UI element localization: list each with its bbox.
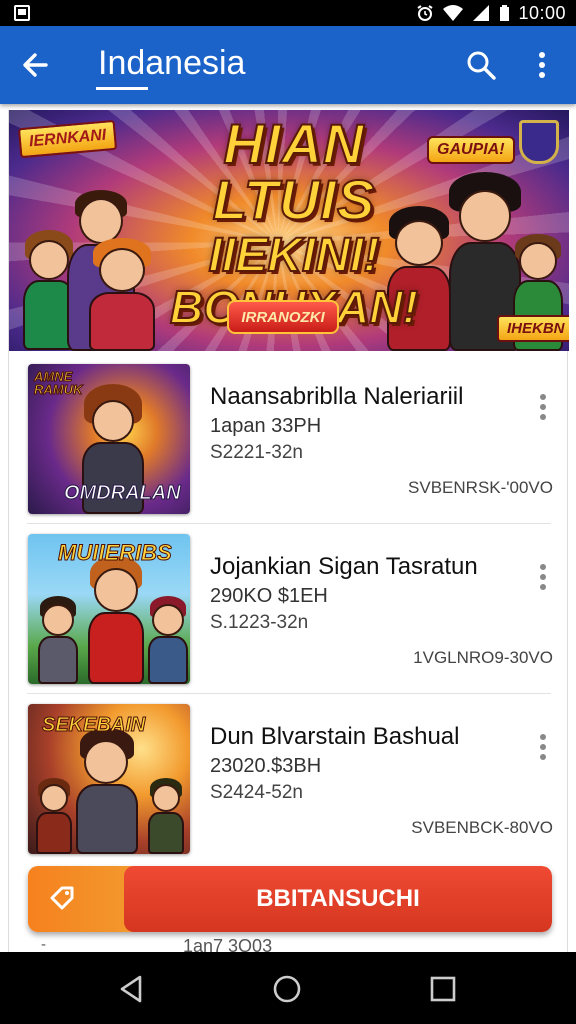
banner-tag-right: GAUPIA! xyxy=(427,136,515,164)
action-left-segment[interactable] xyxy=(28,866,138,932)
primary-action-label: BBITANSUCHI xyxy=(256,885,420,912)
search-button[interactable] xyxy=(462,46,500,84)
back-arrow-icon xyxy=(23,53,48,77)
page-title: Indanesia xyxy=(98,44,246,82)
item-meta: 1VGLNRO9-30VO xyxy=(413,648,553,667)
thumb-label: SEKEBAIN xyxy=(41,714,146,737)
item-subtitle: 23020.$3BH xyxy=(210,755,322,777)
banner-cta-button[interactable]: IRRANOZKI xyxy=(227,300,339,334)
system-nav-bar xyxy=(0,952,576,1024)
wifi-icon xyxy=(443,5,464,21)
item-meta: SVBENBCK-80VO xyxy=(411,818,553,837)
gallery-icon xyxy=(14,5,30,21)
nav-back-button[interactable] xyxy=(114,972,148,1006)
status-bar: 10:00 xyxy=(0,0,576,26)
more-vert-icon xyxy=(539,52,545,78)
app-bar: Indanesia xyxy=(0,26,576,104)
home-circle-icon xyxy=(273,975,301,1003)
overflow-menu-button[interactable] xyxy=(528,46,556,84)
banner-headline-line-2: IIEKINI! xyxy=(208,229,381,282)
title-underline xyxy=(96,87,148,90)
item-meta: SVBENRSK-'00VO xyxy=(408,478,553,497)
item-more-button[interactable] xyxy=(533,564,553,590)
tag-icon xyxy=(50,886,74,910)
banner-headline: HIAN LTUIS IIEKINI! BONUXAN! xyxy=(159,112,429,332)
list-item[interactable]: SEKEBAIN Dun Blvarstain Bashual 23020.$3… xyxy=(9,691,569,861)
primary-action-button[interactable]: BBITANSUCHI xyxy=(124,866,552,932)
alarm-icon xyxy=(417,5,434,21)
back-button[interactable] xyxy=(16,46,56,84)
battery-icon xyxy=(500,5,510,21)
search-icon xyxy=(467,51,496,80)
signal-icon xyxy=(473,5,490,21)
item-subtitle: 290KO $1EH xyxy=(210,585,328,607)
status-icons: 10:00 xyxy=(416,0,566,26)
back-triangle-icon xyxy=(120,975,142,1003)
banner-tag-bottom: IHEKBN xyxy=(497,315,569,342)
item-title: Naansabriblla Naleriariil xyxy=(210,383,464,410)
item-detail: S2221-32n xyxy=(210,442,303,463)
item-thumbnail[interactable]: MUIIERIBS xyxy=(28,534,190,684)
list-item[interactable]: AMNE RAMUK OMDRALAN Naansabriblla Naleri… xyxy=(9,351,569,521)
item-thumbnail[interactable]: AMNE RAMUK OMDRALAN xyxy=(28,364,190,514)
nav-home-button[interactable] xyxy=(270,972,304,1006)
item-more-button[interactable] xyxy=(533,734,553,760)
item-detail: S.1223-32n xyxy=(210,612,309,633)
thumb-top-label: AMNE RAMUK xyxy=(34,369,83,397)
item-subtitle: 1apan 33PH xyxy=(210,415,322,437)
promo-banner[interactable]: IERNKANI GAUPIA! HIAN LTUIS IIEKINI! BON… xyxy=(9,110,569,351)
nav-recents-button[interactable] xyxy=(426,972,460,1006)
content-sheet: IERNKANI GAUPIA! HIAN LTUIS IIEKINI! BON… xyxy=(8,110,569,956)
bottom-action-bar[interactable]: BBITANSUCHI xyxy=(28,866,552,932)
item-title: Jojankian Sigan Tasratun xyxy=(210,553,478,580)
item-title: Dun Blvarstain Bashual xyxy=(210,723,460,750)
thumb-label: OMDRALAN xyxy=(64,482,182,505)
thumb-label: MUIIERIBS xyxy=(58,540,173,566)
banner-headline-line-1: HIAN LTUIS xyxy=(212,112,376,231)
hero-left-3 xyxy=(79,238,165,351)
list-item[interactable]: MUIIERIBS Jojankian Sigan Tasratun 290KO… xyxy=(9,521,569,691)
item-thumbnail[interactable]: SEKEBAIN xyxy=(28,704,190,854)
shield-badge-icon xyxy=(519,120,559,164)
item-detail: S2424-52n xyxy=(210,782,303,803)
item-more-button[interactable] xyxy=(533,394,553,420)
clock: 10:00 xyxy=(518,2,566,23)
peek-text-left: - xyxy=(41,936,46,953)
recents-square-icon xyxy=(430,976,456,1002)
